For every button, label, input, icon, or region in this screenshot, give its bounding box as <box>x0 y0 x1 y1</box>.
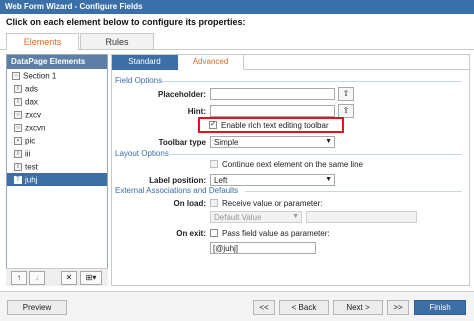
tab-standard[interactable]: Standard <box>112 55 178 70</box>
label-position-label: Label position: <box>149 176 206 185</box>
external-associations-title: External Associations and Defaults <box>115 186 239 195</box>
tree-item-label: juhj <box>25 175 38 185</box>
elements-panel-title: DataPage Elements <box>7 55 107 69</box>
add-element-button[interactable]: ⊞▾ <box>80 271 102 285</box>
toolbar-type-value: Simple <box>214 138 239 147</box>
tree-item-ads[interactable]: Iads <box>7 82 107 95</box>
section-divider <box>245 191 462 192</box>
continue-same-line-checkbox[interactable] <box>210 160 218 168</box>
elements-toolbar: ↑ ↓ ✕ ⊞▾ <box>6 268 108 286</box>
next-last-button[interactable]: >> <box>387 300 409 315</box>
text-field-icon: I <box>14 162 22 171</box>
text-field-icon: I <box>14 84 22 93</box>
back-button[interactable]: < Back <box>279 300 329 315</box>
finish-button[interactable]: Finish <box>414 300 466 315</box>
tree-item-label: dax <box>25 97 38 107</box>
layout-options-title: Layout Options <box>115 149 169 158</box>
placeholder-insert-button[interactable]: ⇧ <box>338 87 354 101</box>
chevron-down-icon: ▼ <box>325 176 332 183</box>
text-field-icon: I <box>14 97 22 106</box>
hint-insert-button[interactable]: ⇧ <box>338 104 354 118</box>
preview-button[interactable]: Preview <box>7 300 67 315</box>
tree-item-zxcv[interactable]: ○ zxcv <box>7 108 107 121</box>
section-divider <box>162 81 462 82</box>
insert-field-icon: ⇧ <box>342 89 350 98</box>
tab-elements[interactable]: Elements <box>6 33 79 50</box>
field-options-title: Field Options <box>115 76 163 85</box>
pass-value-label: Pass field value as parameter: <box>222 229 330 238</box>
window-title: Web Form Wizard - Configure Fields <box>0 0 474 14</box>
tree-item-label: test <box>25 162 38 172</box>
properties-panel: Standard Advanced Field Options Placehol… <box>111 54 470 286</box>
rich-text-label: Enable rich text editing toolbar <box>221 121 329 130</box>
tree-item-test[interactable]: Itest <box>7 160 107 173</box>
hint-input[interactable] <box>210 105 335 117</box>
chevron-down-icon: ▼ <box>325 138 332 145</box>
instruction-text: Click on each element below to configure… <box>6 17 246 27</box>
placeholder-input[interactable] <box>210 88 335 100</box>
tree-item-section-1[interactable]: − Section 1 <box>7 69 107 82</box>
next-button[interactable]: Next > <box>333 300 383 315</box>
rich-text-checkbox[interactable]: ✓ <box>209 121 217 129</box>
radio-icon: ○ <box>14 110 22 119</box>
tab-rules[interactable]: Rules <box>80 33 154 49</box>
tab-divider <box>244 69 469 70</box>
on-exit-label: On exit: <box>176 229 206 238</box>
receive-value-checkbox[interactable] <box>210 199 218 207</box>
wizard-footer: Preview << < Back Next > >> Finish <box>0 291 474 321</box>
toolbar-type-label: Toolbar type <box>158 138 206 147</box>
text-area-icon: T <box>14 175 22 184</box>
insert-field-icon: ⇧ <box>342 106 350 115</box>
tree-item-label: zxcv <box>25 110 41 120</box>
tree-item-label: ads <box>25 84 38 94</box>
text-field-icon: I <box>14 149 22 158</box>
default-value-placeholder: Default Value <box>214 213 262 222</box>
tree-item-label: zxcvn <box>25 123 46 133</box>
tree-item-iii[interactable]: Iiii <box>7 147 107 160</box>
pass-value-input[interactable]: [@juhj] <box>210 242 316 254</box>
default-value-select[interactable]: Default Value ▼ <box>210 211 302 223</box>
radio-icon: ○ <box>14 123 22 132</box>
section-icon: − <box>12 71 20 80</box>
tree-item-juhj[interactable]: Tjuhj <box>7 173 107 186</box>
continue-same-line-label: Continue next element on the same line <box>222 160 363 169</box>
picture-icon: ▪ <box>14 136 22 145</box>
tree-item-dax[interactable]: Idax <box>7 95 107 108</box>
tree-item-label: iii <box>25 149 31 159</box>
receive-value-label: Receive value or parameter: <box>222 199 323 208</box>
label-position-select[interactable]: Left ▼ <box>210 174 335 186</box>
delete-button[interactable]: ✕ <box>61 271 77 285</box>
placeholder-label: Placeholder: <box>157 90 206 99</box>
chevron-down-icon: ▼ <box>292 213 299 220</box>
toolbar-type-select[interactable]: Simple ▼ <box>210 136 335 148</box>
elements-panel: DataPage Elements − Section 1 Iads Idax ○… <box>6 54 108 286</box>
section-divider <box>168 154 462 155</box>
hint-label: Hint: <box>187 107 206 116</box>
tree-item-label: pic <box>25 136 36 146</box>
tab-advanced[interactable]: Advanced <box>178 55 244 70</box>
pass-value-checkbox[interactable] <box>210 229 218 237</box>
tree-item-zxcvn[interactable]: ○ zxcvn <box>7 121 107 134</box>
back-first-button[interactable]: << <box>253 300 275 315</box>
elements-tree: − Section 1 Iads Idax ○ zxcv ○ zxcvn ▪ pic I… <box>7 69 107 186</box>
tree-item-pic[interactable]: ▪ pic <box>7 134 107 147</box>
on-load-label: On load: <box>173 199 206 208</box>
move-down-button[interactable]: ↓ <box>29 271 45 285</box>
default-value-input[interactable] <box>306 211 417 223</box>
move-up-button[interactable]: ↑ <box>11 271 27 285</box>
tree-item-label: Section 1 <box>23 71 57 81</box>
label-position-value: Left <box>214 176 228 185</box>
